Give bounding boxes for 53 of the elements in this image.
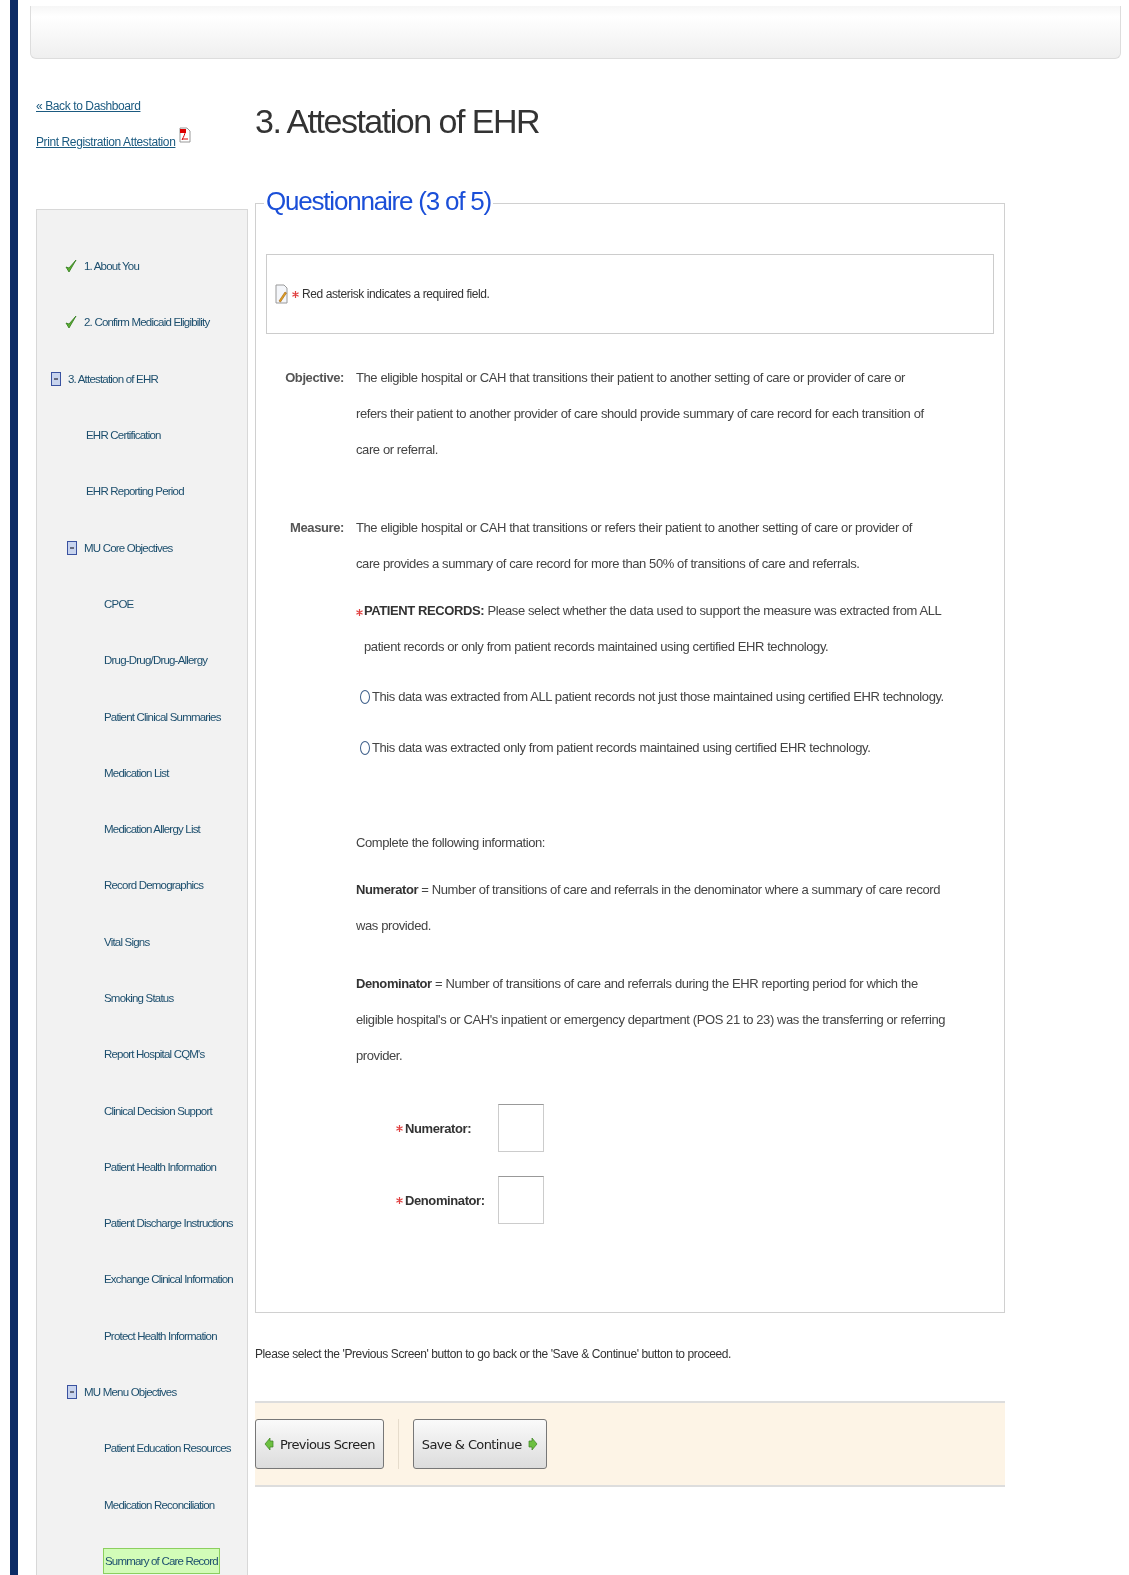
sidebar-item[interactable]: EHR Reporting Period	[85, 479, 185, 504]
option-label: This data was extracted only from patient records maintained using certified EHR technology.	[372, 740, 871, 755]
field-label: Denominator:	[405, 1192, 485, 1208]
page-title: 3. Attestation of EHR	[255, 101, 541, 141]
instruction-text: Complete the following information:	[356, 835, 547, 850]
sidebar-item[interactable]: Medication List	[103, 760, 170, 785]
nav-link[interactable]: « Back to Dashboard	[36, 99, 141, 113]
sidebar-item[interactable]: Clinical Decision Support	[103, 1098, 213, 1123]
nav-button[interactable]: Previous Screen	[255, 1419, 384, 1469]
definition-text: Numerator = Number of transitions of care and referrals in the denominator where a summary of care record was provided.	[356, 881, 942, 935]
sidebar-item[interactable]: Exchange Clinical Information	[103, 1267, 234, 1292]
nav-button[interactable]: Save & Continue	[412, 1419, 547, 1469]
section-label: Objective:	[284, 370, 344, 387]
sidebar-item[interactable]: Drug-Drug/Drug-Allergy	[103, 648, 209, 673]
section-text: The eligible hospital or CAH that transitions or refers their patient to another setting of care or provider of care provides a summary of care record for more than 50% of transitions of care and referrals.	[356, 519, 914, 573]
sidebar-item[interactable]: 3. Attestation of EHR	[67, 366, 159, 391]
sidebar-item[interactable]: Report Hospital CQM's	[103, 1042, 206, 1067]
sidebar-item[interactable]: Patient Clinical Summaries	[103, 704, 222, 729]
footer-note: Please select the 'Previous Screen' button to go back or the 'Save & Continue' button to proceed.	[255, 1347, 733, 1361]
left-arrow-icon	[264, 1437, 274, 1451]
input-field[interactable]	[498, 1104, 544, 1152]
nav-link[interactable]: Print Registration Attestation	[36, 135, 176, 149]
field-label: Numerator:	[405, 1120, 472, 1136]
sidebar-item[interactable]: EHR Certification	[85, 423, 162, 448]
sidebar-item[interactable]: MU Menu Objectives	[83, 1380, 178, 1405]
option-label: This data was extracted from ALL patient records not just those maintained using certified EHR technology.	[372, 689, 944, 704]
sidebar-item[interactable]: Vital Signs	[103, 929, 151, 954]
sidebar-item[interactable]: Record Demographics	[103, 873, 205, 898]
collapse-icon[interactable]	[67, 540, 77, 555]
sidebar-item[interactable]: Patient Discharge Instructions	[103, 1211, 234, 1236]
asterisk-icon	[292, 290, 299, 298]
pdf-icon	[179, 127, 192, 143]
sidebar-item[interactable]: Smoking Status	[103, 986, 175, 1010]
sidebar-item[interactable]: 2. Confirm Medicaid Eligibility	[83, 310, 211, 335]
right-arrow-icon	[527, 1437, 538, 1451]
input-field[interactable]	[498, 1176, 544, 1224]
sidebar-item[interactable]: Patient Education Resources	[103, 1436, 232, 1461]
question-text: PATIENT RECORDS: Please select whether the data used to support the measure was extracted from ALL patient records or only from patient records maintained using certified EHR technology.	[364, 602, 943, 656]
sidebar-item[interactable]: MU Core Objectives	[83, 535, 174, 560]
sidebar-item[interactable]: Medication Reconciliation	[103, 1492, 216, 1517]
sidebar-item[interactable]: CPOE	[103, 591, 135, 616]
sidebar-item[interactable]: Patient Health Information	[103, 1154, 218, 1179]
section-text: The eligible hospital or CAH that transitions their patient to another setting of care or provider of care or refers their patient to another provider of care should provide summary of care record for each transition of care or referral.	[356, 369, 925, 459]
sidebar-item[interactable]: Protect Health Information	[103, 1323, 218, 1348]
note-pencil-icon	[275, 284, 289, 304]
section-label: Measure:	[289, 520, 344, 537]
collapse-icon[interactable]	[51, 371, 61, 386]
sidebar-item[interactable]: 1. About You	[83, 254, 140, 279]
definition-text: Denominator = Number of transitions of care and referrals during the EHR reporting period for which the eligible hospital's or CAH's inpatient or emergency department (POS 21 to 23) was the transferring or referring provider.	[356, 975, 947, 1065]
collapse-icon[interactable]	[67, 1385, 77, 1400]
note-text: Red asterisk indicates a required field.	[302, 287, 490, 301]
sidebar-item[interactable]: Summary of Care Record	[103, 1547, 220, 1574]
sidebar-item[interactable]: Medication Allergy List	[103, 817, 202, 842]
